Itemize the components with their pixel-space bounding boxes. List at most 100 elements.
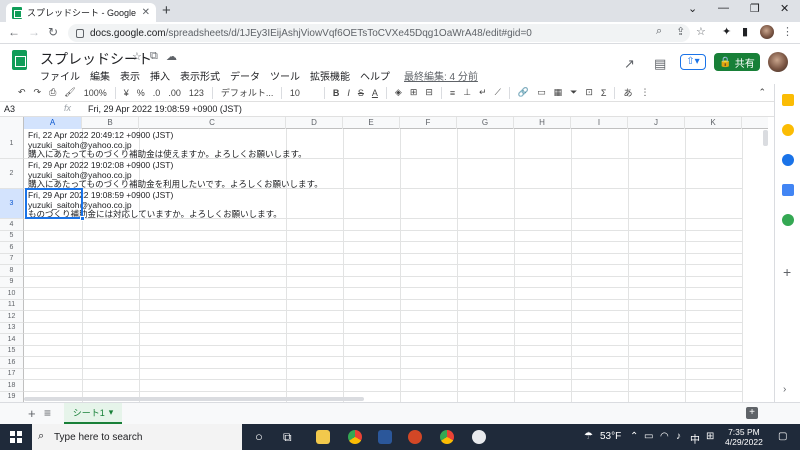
menu-format[interactable]: 表示形式 (180, 68, 220, 83)
weather-temp[interactable]: 53°F (600, 431, 621, 442)
profile-avatar[interactable] (760, 25, 774, 39)
italic-button[interactable]: I (347, 88, 350, 98)
present-button[interactable]: ⇧▾ (680, 54, 706, 70)
row-header-4[interactable]: 4 (0, 219, 24, 231)
bookmark-star-icon[interactable]: ☆ (696, 25, 706, 38)
column-header-a[interactable]: A (24, 117, 82, 129)
filter-icon[interactable]: ⏷ (570, 87, 577, 98)
insert-comment-icon[interactable]: ▭ (537, 87, 546, 98)
column-header-c[interactable]: C (139, 117, 286, 129)
column-header-g[interactable]: G (457, 117, 514, 129)
row-header-2[interactable]: 2 (0, 159, 24, 189)
increase-decimal-button[interactable]: .00 (168, 88, 181, 98)
window-close-icon[interactable]: ✕ (780, 2, 789, 15)
all-sheets-button[interactable]: ≡ (44, 406, 51, 420)
forward-icon[interactable]: → (28, 25, 40, 39)
row-header-3[interactable]: 3 (0, 189, 24, 219)
select-all-corner[interactable] (0, 117, 24, 129)
menu-view[interactable]: 表示 (120, 68, 140, 83)
row-header-8[interactable]: 8 (0, 265, 24, 277)
notifications-icon[interactable]: ▢ (778, 431, 787, 442)
url-input[interactable]: docs.google.com/spreadsheets/d/1JEy3IEij… (68, 24, 690, 42)
get-addons-icon[interactable]: + (783, 264, 791, 280)
close-tab-icon[interactable]: ✕ (142, 7, 150, 18)
strikethrough-button[interactable]: S (358, 88, 364, 98)
tasks-icon[interactable] (782, 154, 794, 166)
menu-edit[interactable]: 編集 (90, 68, 110, 83)
share-button[interactable]: 🔒 共有 (714, 53, 760, 71)
meet-now-icon[interactable]: ▭ (644, 431, 653, 442)
text-wrap-icon[interactable]: ↵ (479, 87, 487, 98)
cortana-icon[interactable]: ○ (255, 429, 263, 444)
input-tools-icon[interactable]: あ (623, 86, 632, 99)
row-header-7[interactable]: 7 (0, 253, 24, 265)
row-header-9[interactable]: 9 (0, 276, 24, 288)
menu-data[interactable]: データ (230, 68, 260, 83)
row-header-19[interactable]: 19 (0, 391, 24, 402)
filter-views-icon[interactable]: ⊡ (585, 87, 593, 98)
vertical-scrollbar[interactable] (763, 130, 768, 390)
fill-color-icon[interactable]: ◈ (395, 87, 402, 98)
column-header-d[interactable]: D (286, 117, 343, 129)
account-avatar[interactable] (768, 52, 788, 72)
back-icon[interactable]: ← (8, 25, 20, 39)
last-edit-link[interactable]: 最終編集: 4 分前 (404, 68, 478, 83)
column-header-e[interactable]: E (343, 117, 400, 129)
horizontal-scrollbar[interactable] (24, 397, 364, 401)
row-header-18[interactable]: 18 (0, 380, 24, 392)
add-sheet-button[interactable]: + (28, 406, 36, 421)
windows-start-icon[interactable] (10, 431, 22, 443)
extensions-icon[interactable]: ✦ (722, 25, 731, 38)
browser-tab[interactable]: スプレッドシート - Google スプレッドシ ✕ (6, 3, 156, 22)
undo-icon[interactable]: ↶ (18, 87, 26, 98)
vertical-align-icon[interactable]: ⊥ (463, 87, 471, 98)
snipping-tool-icon[interactable] (472, 430, 486, 444)
ime-mode[interactable]: 中 (690, 431, 700, 446)
bold-button[interactable]: B (333, 88, 340, 98)
maps-icon[interactable] (782, 214, 794, 226)
functions-icon[interactable]: Σ (601, 88, 607, 98)
cloud-saved-icon[interactable]: ☁ (166, 50, 177, 63)
show-hidden-icons[interactable]: ⌃ (630, 431, 638, 442)
merge-cells-icon[interactable]: ⊟ (425, 87, 433, 98)
contacts-icon[interactable] (782, 184, 794, 196)
sheet-tab-1[interactable]: シート1 ▾ (64, 403, 122, 424)
row-header-17[interactable]: 17 (0, 368, 24, 380)
restore-icon[interactable]: ❐ (750, 2, 760, 15)
activity-trend-icon[interactable]: ↗ (624, 56, 635, 72)
hide-side-panel-icon[interactable]: › (783, 384, 786, 395)
insert-link-icon[interactable]: 🔗 (518, 87, 529, 98)
taskbar-search-input[interactable]: ⌕ Type here to search (32, 424, 242, 450)
column-header-b[interactable]: B (82, 117, 139, 129)
text-rotation-icon[interactable]: ⟋ (495, 87, 501, 98)
name-box[interactable]: A3 (4, 104, 52, 114)
side-panel-icon[interactable]: ▮ (742, 25, 748, 38)
font-size-select[interactable]: 10 (290, 88, 316, 98)
chrome-icon[interactable] (348, 430, 362, 444)
word-icon[interactable] (378, 430, 392, 444)
menu-tools[interactable]: ツール (270, 68, 300, 83)
row-header-6[interactable]: 6 (0, 242, 24, 254)
zoom-search-icon[interactable]: ⌕ (656, 25, 662, 38)
cell-a1[interactable]: Fri, 22 Apr 2022 20:49:12 +0900 (JST) yuz… (28, 130, 307, 160)
minimize-icon[interactable]: — (718, 2, 729, 14)
row-header-14[interactable]: 14 (0, 334, 24, 346)
file-explorer-icon[interactable] (316, 430, 330, 444)
formula-input[interactable]: Fri, 29 Apr 2022 19:08:59 +0900 (JST) (88, 104, 242, 114)
redo-icon[interactable]: ↷ (34, 87, 42, 98)
share-page-icon[interactable]: ⇪ (676, 25, 685, 38)
insert-chart-icon[interactable]: ▦ (554, 87, 563, 98)
column-header-f[interactable]: F (400, 117, 457, 129)
column-header-i[interactable]: I (571, 117, 628, 129)
menu-insert[interactable]: 挿入 (150, 68, 170, 83)
more-icon[interactable]: ⋮ (640, 87, 649, 98)
row-header-13[interactable]: 13 (0, 322, 24, 334)
menu-file[interactable]: ファイル (40, 68, 80, 83)
row-header-1[interactable]: 1 (0, 129, 24, 159)
zoom-select[interactable]: 100% (84, 88, 107, 98)
collapse-menus-icon[interactable]: ⌃ (758, 87, 766, 98)
spreadsheet-grid[interactable]: A B C D E F G H I J K 1 2 3 4 5 6 7 8 9 … (0, 117, 768, 402)
taskbar-clock[interactable]: 7:35 PM 4/29/2022 (725, 427, 763, 447)
star-icon[interactable]: ☆ (132, 50, 142, 63)
keep-icon[interactable] (782, 124, 794, 136)
